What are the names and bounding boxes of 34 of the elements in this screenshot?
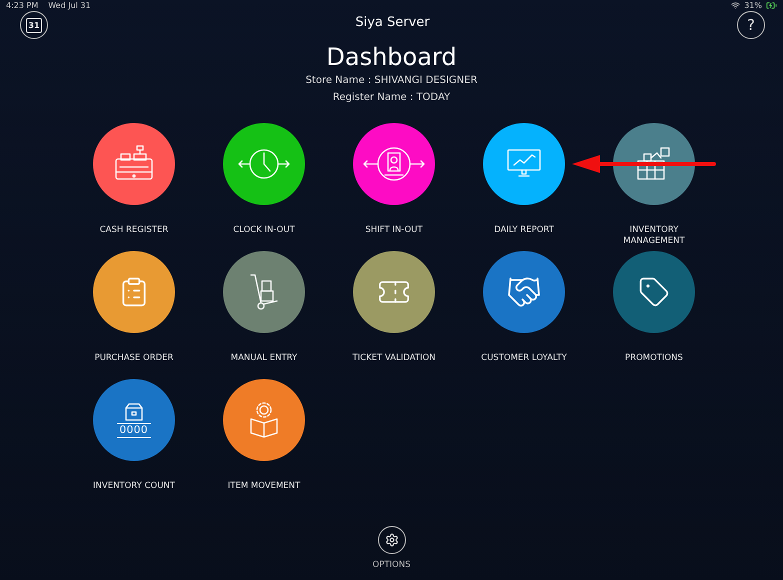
dashboard-title: Dashboard <box>325 43 458 71</box>
tile-label: DAILY REPORT <box>493 225 555 236</box>
tile-label: SHIFT IN-OUT <box>364 225 424 236</box>
battery-percent: 31% <box>744 0 762 10</box>
status-date: Wed Jul 31 <box>48 0 91 10</box>
dashboard-tile-button[interactable]: 0000 <box>93 379 175 461</box>
tile-label: TICKET VALIDATION <box>351 353 437 364</box>
tag-icon <box>638 276 670 308</box>
boxes-grid-icon <box>636 147 672 181</box>
counter-digits: 0000 <box>116 422 152 438</box>
tile-label: INVENTORY COUNT <box>92 481 176 492</box>
help-button[interactable]: ? <box>736 11 765 39</box>
battery-icon <box>766 0 777 11</box>
server-name: Siya Server <box>355 15 430 30</box>
hand-truck-icon <box>249 273 279 311</box>
tile-label: CUSTOMER LOYALTY <box>480 353 568 364</box>
status-time: 4:23 PM <box>6 0 38 10</box>
tile-label: PROMOTIONS <box>624 353 684 364</box>
tile-label: ITEM MOVEMENT <box>226 481 302 492</box>
box-icon <box>124 402 144 420</box>
settings-icon <box>384 533 398 547</box>
wifi-icon <box>731 1 740 10</box>
tile-label: INVENTORY MANAGEMENT <box>622 225 686 247</box>
tile-label: PURCHASE ORDER <box>94 353 174 364</box>
store-name: Store Name : SHIVANGI DESIGNER <box>304 75 478 86</box>
calendar-button[interactable]: 31 <box>20 11 48 39</box>
gear-box-icon <box>248 401 280 439</box>
clock-arrows-icon <box>236 147 292 181</box>
register-name: Register Name : TODAY <box>332 92 452 103</box>
options-label: OPTIONS <box>372 560 410 570</box>
tile-label: MANUAL ENTRY <box>230 353 298 364</box>
tile-label: CLOCK IN-OUT <box>232 225 296 236</box>
tile-label: CASH REGISTER <box>98 225 170 236</box>
options-button[interactable] <box>378 526 406 554</box>
